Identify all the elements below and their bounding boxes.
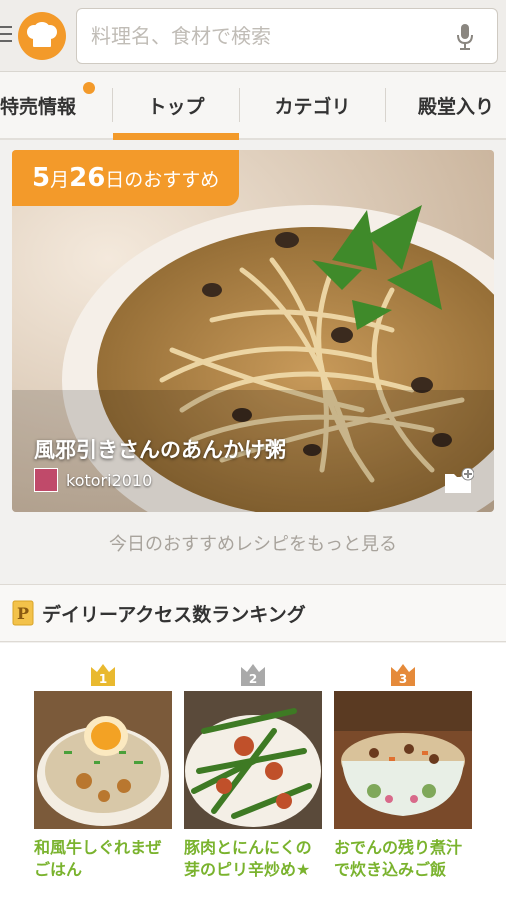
ranking-recipe-name[interactable]: 豚肉とにんにくの芽のピリ辛炒め★ — [184, 837, 322, 881]
tab-bar: 特売情報 トップ カテゴリ 殿堂入り — [0, 72, 506, 140]
ranking-recipe-name[interactable]: おでんの残り煮汁で炊き込みご飯 — [334, 837, 472, 881]
ranking-item-2[interactable]: 2 豚肉とにんにくの芽のピリ辛炒め★ — [184, 661, 322, 881]
ranking-item-1[interactable]: 1 和風牛しぐれまぜごはん — [34, 661, 172, 881]
badge-month-unit: 月 — [50, 169, 70, 191]
featured-recipe-card[interactable]: 5 月 26 日のおすすめ 風邪引きさんのあんかけ粥 kotori2010 — [12, 150, 494, 512]
chef-hat-icon[interactable] — [18, 12, 66, 60]
tab-category[interactable]: カテゴリ — [240, 72, 385, 138]
ranking-title: デイリーアクセス数ランキング — [42, 603, 306, 626]
recipe-thumbnail[interactable] — [184, 691, 322, 829]
ranking-header: P デイリーアクセス数ランキング — [0, 584, 506, 642]
crown-icon: 3 — [391, 664, 415, 686]
rank-number: 3 — [399, 672, 407, 686]
tab-hall-of-fame[interactable]: 殿堂入り — [386, 72, 506, 138]
premium-letter: P — [17, 604, 29, 623]
date-badge: 5 月 26 日のおすすめ — [12, 150, 240, 206]
recipe-thumbnail[interactable] — [334, 691, 472, 829]
avatar — [34, 468, 58, 492]
tab-sale[interactable]: 特売情報 — [0, 72, 82, 138]
rank-number: 1 — [99, 672, 107, 686]
ranking-recipe-name[interactable]: 和風牛しぐれまぜごはん — [34, 837, 172, 881]
featured-recipe-title[interactable]: 風邪引きさんのあんかけ粥 — [34, 434, 286, 464]
app-header — [0, 0, 506, 72]
folder-add-icon[interactable] — [444, 468, 474, 494]
search-box[interactable] — [76, 8, 498, 64]
rank-number: 2 — [249, 672, 257, 686]
premium-icon: P — [12, 600, 34, 626]
badge-month: 5 — [32, 163, 51, 193]
search-input[interactable] — [77, 9, 437, 63]
menu-icon[interactable] — [0, 26, 14, 44]
recipe-author[interactable]: kotori2010 — [34, 468, 152, 492]
more-recommendations-link[interactable]: 今日のおすすめレシピをもっと見る — [0, 530, 506, 556]
recipe-thumbnail[interactable] — [34, 691, 172, 829]
notification-dot — [83, 82, 95, 94]
mic-icon[interactable] — [455, 23, 475, 51]
tab-top[interactable]: トップ — [113, 72, 239, 140]
ranking-list: 1 和風牛しぐれまぜごはん 2 豚肉とにんにくの芽のピリ辛炒め★ 3 おでんの残… — [0, 643, 506, 900]
badge-suffix: 日のおすすめ — [105, 169, 220, 191]
author-name: kotori2010 — [66, 470, 153, 490]
badge-day: 26 — [69, 163, 106, 193]
crown-icon: 1 — [91, 664, 115, 686]
crown-icon: 2 — [241, 664, 265, 686]
ranking-item-3[interactable]: 3 おでんの残り煮汁で炊き込みご飯 — [334, 661, 472, 881]
